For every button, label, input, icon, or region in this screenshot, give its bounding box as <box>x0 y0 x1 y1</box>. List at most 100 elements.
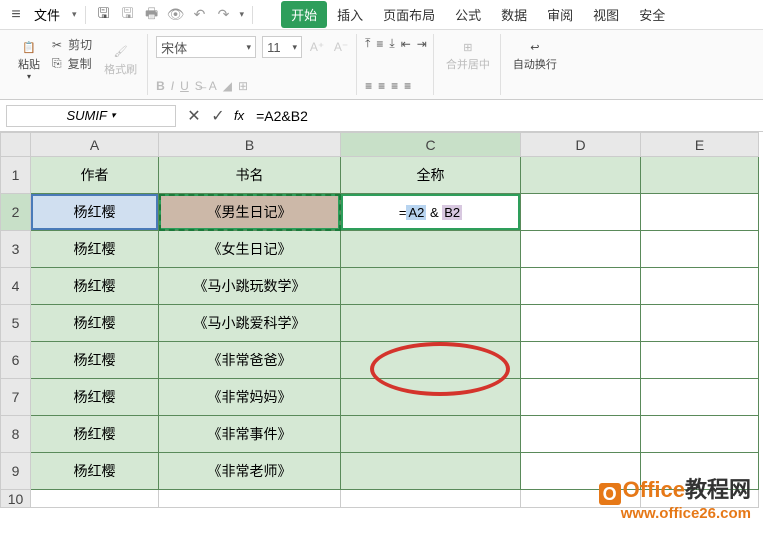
chevron-down-icon[interactable]: ▾ <box>240 9 245 20</box>
formula-input[interactable]: =A2&B2 <box>248 108 763 124</box>
cell-b8[interactable]: 《非常事件》 <box>159 416 341 453</box>
col-header-c[interactable]: C <box>341 133 521 157</box>
paste-button[interactable]: 📋 粘贴 ▾ <box>14 36 44 83</box>
cell-a2[interactable]: 杨红樱 <box>31 194 159 231</box>
select-all-corner[interactable] <box>1 133 31 157</box>
cell-a7[interactable]: 杨红樱 <box>31 379 159 416</box>
cell-d7[interactable] <box>521 379 641 416</box>
cell-a10[interactable] <box>31 490 159 508</box>
tab-review[interactable]: 审阅 <box>537 1 583 28</box>
row-header-8[interactable]: 8 <box>1 416 31 453</box>
row-header-7[interactable]: 7 <box>1 379 31 416</box>
italic-button[interactable]: I <box>171 79 174 93</box>
cell-d8[interactable] <box>521 416 641 453</box>
cell-a5[interactable]: 杨红樱 <box>31 305 159 342</box>
cell-c6[interactable] <box>341 342 521 379</box>
col-header-d[interactable]: D <box>521 133 641 157</box>
merge-button[interactable]: ⊞ 合并居中 <box>442 36 494 74</box>
cell-b7[interactable]: 《非常妈妈》 <box>159 379 341 416</box>
cell-c2[interactable]: =A2 & B2 <box>341 194 521 231</box>
cell-b10[interactable] <box>159 490 341 508</box>
font-color-button[interactable]: A <box>209 79 217 93</box>
align-center-icon[interactable]: ≡ <box>378 79 385 93</box>
row-header-5[interactable]: 5 <box>1 305 31 342</box>
tab-insert[interactable]: 插入 <box>327 1 373 28</box>
align-left-icon[interactable]: ≡ <box>365 79 372 93</box>
cell-b9[interactable]: 《非常老师》 <box>159 453 341 490</box>
cut-button[interactable]: ✂ 剪切 <box>52 36 92 53</box>
row-header-3[interactable]: 3 <box>1 231 31 268</box>
wrap-button[interactable]: ↩ 自动换行 <box>509 36 561 74</box>
tab-start[interactable]: 开始 <box>281 1 327 28</box>
tab-security[interactable]: 安全 <box>629 1 675 28</box>
indent-left-icon[interactable]: ⇤ <box>401 37 411 51</box>
cell-e6[interactable] <box>641 342 759 379</box>
cell-c7[interactable] <box>341 379 521 416</box>
tab-layout[interactable]: 页面布局 <box>373 1 445 28</box>
cell-a1[interactable]: 作者 <box>31 157 159 194</box>
save-icon[interactable]: 🖫 <box>94 5 114 25</box>
cell-b5[interactable]: 《马小跳爱科学》 <box>159 305 341 342</box>
cell-b3[interactable]: 《女生日记》 <box>159 231 341 268</box>
cell-c10[interactable] <box>341 490 521 508</box>
cell-b6[interactable]: 《非常爸爸》 <box>159 342 341 379</box>
print-preview-icon[interactable]: 👁 <box>166 5 186 25</box>
cell-d3[interactable] <box>521 231 641 268</box>
copy-button[interactable]: ⎘ 复制 <box>52 55 92 72</box>
col-header-e[interactable]: E <box>641 133 759 157</box>
cell-d2[interactable] <box>521 194 641 231</box>
cell-b2[interactable]: 《男生日记》 <box>159 194 341 231</box>
align-middle-icon[interactable]: ≡ <box>376 37 383 51</box>
cell-e2[interactable] <box>641 194 759 231</box>
cell-d4[interactable] <box>521 268 641 305</box>
tab-formula[interactable]: 公式 <box>445 1 491 28</box>
cell-e5[interactable] <box>641 305 759 342</box>
justify-icon[interactable]: ≡ <box>404 79 411 93</box>
undo-icon[interactable]: ↶ <box>190 5 210 25</box>
cell-e4[interactable] <box>641 268 759 305</box>
format-painter-button[interactable]: 🖌 格式刷 <box>100 36 141 83</box>
cell-d6[interactable] <box>521 342 641 379</box>
cell-a3[interactable]: 杨红樱 <box>31 231 159 268</box>
cell-c1[interactable]: 全称 <box>341 157 521 194</box>
cell-a6[interactable]: 杨红樱 <box>31 342 159 379</box>
cell-d5[interactable] <box>521 305 641 342</box>
col-header-b[interactable]: B <box>159 133 341 157</box>
increase-font-icon[interactable]: A⁺ <box>308 38 326 56</box>
indent-right-icon[interactable]: ⇥ <box>417 37 427 51</box>
tab-view[interactable]: 视图 <box>583 1 629 28</box>
cell-a4[interactable]: 杨红樱 <box>31 268 159 305</box>
cell-c4[interactable] <box>341 268 521 305</box>
tab-data[interactable]: 数据 <box>491 1 537 28</box>
row-header-6[interactable]: 6 <box>1 342 31 379</box>
cell-e8[interactable] <box>641 416 759 453</box>
decrease-font-icon[interactable]: A⁻ <box>332 38 350 56</box>
cell-b4[interactable]: 《马小跳玩数学》 <box>159 268 341 305</box>
cell-c5[interactable] <box>341 305 521 342</box>
formula-confirm-button[interactable]: ✓ <box>206 106 230 126</box>
align-top-icon[interactable]: ⤒ <box>365 36 370 51</box>
name-box[interactable]: SUMIF ▾ <box>6 105 176 127</box>
cell-e1[interactable] <box>641 157 759 194</box>
row-header-1[interactable]: 1 <box>1 157 31 194</box>
align-right-icon[interactable]: ≡ <box>391 79 398 93</box>
align-bottom-icon[interactable]: ⤓ <box>389 36 394 51</box>
cell-c3[interactable] <box>341 231 521 268</box>
redo-icon[interactable]: ↷ <box>214 5 234 25</box>
save-as-icon[interactable]: 🖫 <box>118 5 138 25</box>
row-header-9[interactable]: 9 <box>1 453 31 490</box>
fill-color-button[interactable]: ◢ <box>223 79 232 93</box>
file-menu[interactable]: 文件 <box>28 3 66 26</box>
row-header-2[interactable]: 2 <box>1 194 31 231</box>
cell-a9[interactable]: 杨红樱 <box>31 453 159 490</box>
font-name-select[interactable]: 宋体 ▾ <box>156 36 256 58</box>
formula-cancel-button[interactable]: ✕ <box>182 106 206 126</box>
print-icon[interactable]: 🖶 <box>142 5 162 25</box>
cell-c8[interactable] <box>341 416 521 453</box>
hamburger-icon[interactable]: ≡ <box>8 7 24 23</box>
row-header-4[interactable]: 4 <box>1 268 31 305</box>
chevron-down-icon[interactable]: ▾ <box>72 9 77 20</box>
bold-button[interactable]: B <box>156 79 165 93</box>
row-header-10[interactable]: 10 <box>1 490 31 508</box>
underline-button[interactable]: U <box>180 79 189 93</box>
